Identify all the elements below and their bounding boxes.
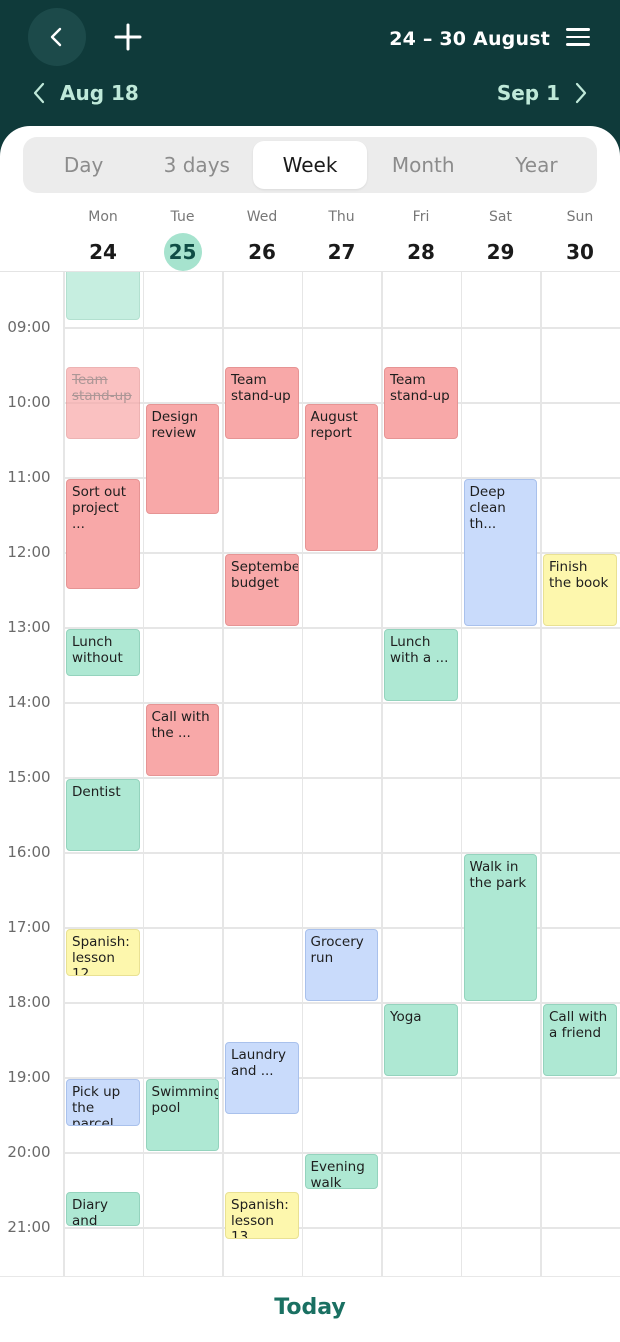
hour-gridline xyxy=(63,327,620,329)
hour-label: 20:00 xyxy=(7,1143,51,1161)
hour-label: 11:00 xyxy=(7,468,51,486)
day-number: 30 xyxy=(566,240,594,264)
tab-week[interactable]: Week xyxy=(253,141,367,189)
calendar-event[interactable]: Diary and plans for... xyxy=(66,1191,140,1226)
grid-column-divider xyxy=(63,272,65,1277)
hour-label: 09:00 xyxy=(7,318,51,336)
plus-icon xyxy=(114,23,142,51)
grid-column-divider xyxy=(301,272,303,1277)
calendar-event[interactable]: September budget xyxy=(225,554,299,626)
day-header-fri[interactable]: Fri 28 xyxy=(381,208,461,271)
hour-label: 12:00 xyxy=(7,543,51,561)
grid-column-divider xyxy=(460,272,462,1277)
day-header-mon[interactable]: Mon 24 xyxy=(63,208,143,271)
week-range-title: 24 – 30 August xyxy=(389,28,550,50)
calendar-event[interactable]: Walk in the park xyxy=(463,854,537,1001)
next-week-label: Sep 1 xyxy=(496,81,560,105)
hour-label: 18:00 xyxy=(7,993,51,1011)
tab-day[interactable]: Day xyxy=(27,141,140,189)
calendar-event[interactable]: Design review xyxy=(145,404,219,514)
calendar-event[interactable]: workout xyxy=(66,272,140,320)
chevron-left-icon xyxy=(33,82,45,104)
day-number: 27 xyxy=(327,240,356,264)
view-switcher: Day 3 days Week Month Year xyxy=(23,137,597,193)
day-name: Fri xyxy=(412,209,430,225)
grid-column-divider xyxy=(381,272,383,1277)
grid-column-divider xyxy=(222,272,224,1277)
day-name: Sun xyxy=(566,209,594,225)
day-header-sat[interactable]: Sat 29 xyxy=(461,208,541,271)
hour-label: 21:00 xyxy=(7,1218,51,1236)
day-name: Sat xyxy=(489,209,512,225)
today-button[interactable]: Today xyxy=(0,1295,620,1320)
tab-month[interactable]: Month xyxy=(367,141,480,189)
hour-gridline xyxy=(63,1002,620,1004)
calendar-event[interactable]: Evening walk xyxy=(304,1154,378,1189)
hour-label: 13:00 xyxy=(7,618,51,636)
hour-label: 17:00 xyxy=(7,918,51,936)
calendar-event[interactable]: Spanish: lesson 12 xyxy=(66,929,140,976)
hour-label: 19:00 xyxy=(7,1068,51,1086)
calendar-event[interactable]: Lunch with a ... xyxy=(384,629,458,701)
hour-gridline xyxy=(63,702,620,704)
calendar-event[interactable]: Team stand-up xyxy=(384,366,458,439)
add-event-button[interactable] xyxy=(108,17,148,57)
calendar-event[interactable]: Spanish: lesson 13 xyxy=(225,1191,299,1239)
calendar-event[interactable]: Lunch without ... xyxy=(66,629,140,676)
menu-button[interactable] xyxy=(566,28,590,46)
hour-gridline xyxy=(63,777,620,779)
day-name: Tue xyxy=(170,209,195,225)
calendar-event[interactable]: Call with a friend xyxy=(543,1004,617,1076)
calendar-sheet: Day 3 days Week Month Year Mon 24 Tue 25 Wed… xyxy=(0,126,620,1342)
day-header-wed[interactable]: Wed 26 xyxy=(222,208,302,271)
hour-label: 10:00 xyxy=(7,393,51,411)
day-number: 29 xyxy=(486,240,515,264)
calendar-event[interactable]: Laundry and ... xyxy=(225,1041,299,1114)
calendar-event[interactable]: Call with the ... xyxy=(145,704,219,776)
calendar-event[interactable]: Yoga xyxy=(384,1004,458,1076)
next-week-button[interactable]: Sep 1 xyxy=(497,78,588,108)
grid-column-divider xyxy=(142,272,144,1277)
calendar-event[interactable]: Grocery run xyxy=(304,929,378,1001)
calendar-event[interactable]: Pick up the parcel xyxy=(66,1079,140,1126)
calendar-event[interactable]: Sort out project ... xyxy=(66,479,140,589)
day-header-tue[interactable]: Tue 25 xyxy=(143,208,223,271)
top-bar: 24 – 30 August Aug 18 Sep 1 xyxy=(0,0,620,140)
hour-gridline xyxy=(63,1227,620,1229)
chevron-left-icon xyxy=(50,27,62,47)
tab-3-days[interactable]: 3 days xyxy=(140,141,253,189)
hour-label: 14:00 xyxy=(7,693,51,711)
day-header-thu[interactable]: Thu 27 xyxy=(302,208,382,271)
day-number: 28 xyxy=(407,240,435,264)
hour-label: 16:00 xyxy=(7,843,51,861)
tab-year[interactable]: Year xyxy=(480,141,593,189)
hour-gridline xyxy=(63,1077,620,1079)
day-header-sun[interactable]: Sun 30 xyxy=(540,208,620,271)
previous-week-label: Aug 18 xyxy=(60,81,139,105)
calendar-event[interactable]: Swimming pool xyxy=(145,1079,219,1151)
calendar-event[interactable]: Team stand-up xyxy=(66,366,140,439)
bottom-bar: Today xyxy=(0,1276,620,1342)
day-name: Thu xyxy=(328,209,355,225)
calendar-event[interactable]: Deep clean th... xyxy=(463,479,537,626)
grid-column-divider xyxy=(540,272,542,1277)
back-button[interactable] xyxy=(28,8,86,66)
calendar-event[interactable]: Team stand-up xyxy=(225,366,299,439)
day-number: 24 xyxy=(89,240,117,264)
hour-gridline xyxy=(63,852,620,854)
day-name: Mon xyxy=(88,209,118,225)
calendar-event[interactable]: Finish the book xyxy=(543,554,617,626)
hamburger-menu-icon xyxy=(566,28,590,31)
hour-label: 15:00 xyxy=(7,768,51,786)
calendar-event[interactable]: August report xyxy=(304,404,378,551)
week-grid: 09:00 10:00 11:00 12:00 13:00 14:00 15:00 16:00… xyxy=(0,271,620,1277)
day-name: Wed xyxy=(246,209,278,225)
calendar-event[interactable]: Dentist xyxy=(66,779,140,851)
today-date-badge: 25 xyxy=(163,233,202,271)
hour-gridline xyxy=(63,627,620,629)
chevron-right-icon xyxy=(575,82,587,104)
previous-week-button[interactable]: Aug 18 xyxy=(32,78,139,108)
day-number: 26 xyxy=(248,240,276,264)
